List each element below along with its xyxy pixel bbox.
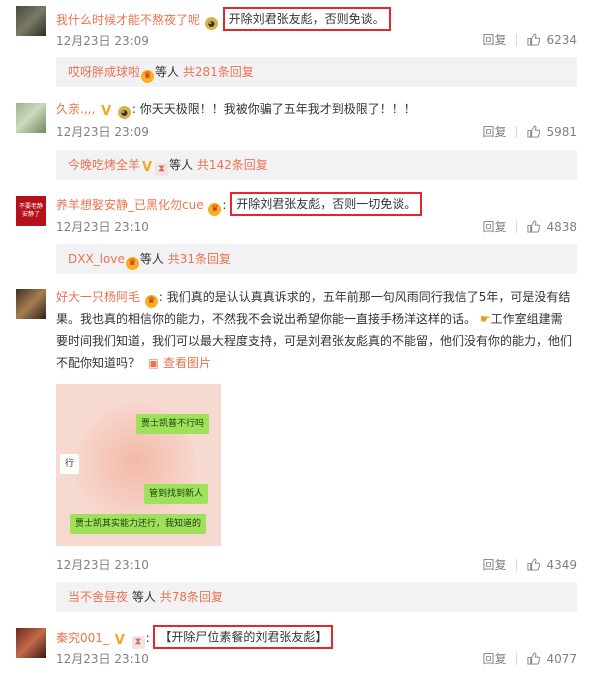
hourglass-icon: ⧗ <box>131 636 145 649</box>
chat-bubble: 管到找到新人 <box>144 484 209 504</box>
face-emoji-icon: ◕ <box>204 17 218 30</box>
comment-text: 工作室组建需 <box>490 312 563 326</box>
comment-timestamp: 12月23日 23:09 <box>56 34 149 48</box>
comment-text-highlight: 开除刘君张友彪，否则一切免谈。 <box>230 192 423 216</box>
reply-summary-bar[interactable]: 当不舍昼夜 等人 共78条回复 <box>56 582 577 612</box>
reply-deng: 等人 <box>139 252 164 266</box>
comment-timestamp: 12月23日 23:10 <box>56 220 149 234</box>
divider <box>516 33 518 46</box>
comment-timestamp: 12月23日 23:09 <box>56 125 149 139</box>
avatar[interactable] <box>16 6 46 36</box>
username[interactable]: 养羊想娶安静_已黑化勿cue <box>56 198 204 212</box>
thumbs-up-icon[interactable] <box>527 220 541 233</box>
chat-bubble: 贾士凯其实能力还行，我知道的 <box>70 514 207 534</box>
verified-v-icon: V <box>114 633 125 648</box>
reply-deng: 等人 <box>169 158 194 172</box>
reply-count-link[interactable]: 共31条回复 <box>168 252 231 266</box>
username[interactable]: 久亲.,,, <box>56 102 95 116</box>
like-count: 6234 <box>546 32 577 47</box>
divider <box>516 652 518 665</box>
crown-badge-icon: ♛ <box>144 295 158 308</box>
comment-line-2: 果。我也真的相信你的能力，不然我不会说出希望你能一直接手杨洋这样的话。 ☛工作室… <box>56 308 576 330</box>
thumbs-up-icon[interactable] <box>527 558 541 571</box>
reply-button[interactable]: 回复 <box>482 31 506 48</box>
reply-button[interactable]: 回复 <box>482 218 506 235</box>
reply-username[interactable]: 哎呀胖成球啦 <box>68 65 140 79</box>
reply-username[interactable]: DXX_love <box>68 252 125 266</box>
username[interactable]: 好大一只杨阿毛 <box>56 290 140 304</box>
verified-v-icon: V <box>101 104 112 119</box>
avatar[interactable] <box>16 628 46 658</box>
comment-line-1: 好大一只杨阿毛 ♛: 我们真的是认认真真诉求的，五年前那一句风雨同行我信了5年，… <box>56 290 571 308</box>
reply-summary-bar[interactable]: 今晚吃烤全羊 V ⧗ 等人 共142条回复 <box>56 150 577 180</box>
crown-badge-icon: ♛ <box>208 203 222 216</box>
reply-username[interactable]: 今晚吃烤全羊 <box>68 158 140 172</box>
avatar[interactable] <box>16 289 46 319</box>
comment-text: 我们真的是认认真真诉求的，五年前那一句风雨同行我信了5年，可是没有结 <box>166 290 571 304</box>
reply-deng: 等人 <box>131 590 156 604</box>
pointing-hand-emoji: ☛ <box>479 312 491 326</box>
verified-v-icon: V <box>141 160 153 175</box>
username[interactable]: 我什么时候才能不熬夜了呢 <box>56 13 200 27</box>
like-count: 5981 <box>546 124 577 139</box>
comment-text: 开除刘君张友彪，否则免谈。 <box>228 12 385 26</box>
reply-count-link[interactable]: 共78条回复 <box>160 590 223 604</box>
thumbs-up-icon[interactable] <box>527 33 541 46</box>
comment-line-4: 不配你知道吗？ ▣ 查看图片 <box>56 352 576 374</box>
reply-username[interactable]: 当不舍昼夜 <box>68 590 128 604</box>
reply-count-link[interactable]: 共142条回复 <box>197 158 268 172</box>
comment-text: 果。我也真的相信你的能力，不然我不会说出希望你能一直接手杨洋这样的话。 <box>56 312 477 326</box>
comment-line-3: 要时间我们知道，我们可以最大程度支持，可是刘君张友彪真的不能留，他们没有你的能力… <box>56 334 573 348</box>
comment-timestamp: 12月23日 23:10 <box>56 558 149 572</box>
divider <box>516 125 518 138</box>
hourglass-icon: ⧗ <box>155 163 169 176</box>
thumbs-up-icon[interactable] <box>527 125 541 138</box>
divider <box>516 220 518 233</box>
avatar-text: 不要老静 安静了 <box>18 203 43 218</box>
reply-summary-bar[interactable]: DXX_love ♛ 等人 共31条回复 <box>56 244 577 274</box>
comment-text: 不配你知道吗？ <box>56 356 141 370</box>
comment-timestamp: 12月23日 23:10 <box>56 652 149 666</box>
like-count: 4838 <box>546 219 577 234</box>
reply-count-link[interactable]: 共281条回复 <box>183 65 254 79</box>
comment-text-highlight: 开除刘君张友彪，否则免谈。 <box>222 7 391 31</box>
avatar[interactable]: 不要老静 安静了 <box>16 196 46 226</box>
view-image-label: 查看图片 <box>163 356 212 370</box>
view-image-link[interactable]: ▣ 查看图片 <box>148 356 211 370</box>
picture-icon: ▣ <box>147 356 160 370</box>
like-count: 4349 <box>546 557 577 572</box>
reply-button[interactable]: 回复 <box>482 556 506 573</box>
crown-badge-icon: ♛ <box>141 70 155 83</box>
comment-text: 开除刘君张友彪，否则一切免谈。 <box>236 197 417 211</box>
reply-button[interactable]: 回复 <box>482 123 506 140</box>
chat-bubble: 贾士凯普不行吗 <box>136 414 210 434</box>
comment-text: 你天天极限！！我被你骗了五年我才到极限了！！！ <box>139 102 416 116</box>
like-count: 4077 <box>546 651 577 666</box>
divider <box>516 558 518 571</box>
thumbs-up-icon[interactable] <box>527 652 541 665</box>
avatar[interactable] <box>16 103 46 133</box>
reply-summary-bar[interactable]: 哎呀胖成球啦 ♛ 等人 共281条回复 <box>56 57 577 87</box>
comment-text: 【开除尸位素餐的刘君张友彪】 <box>159 630 328 644</box>
comment-text-highlight: 【开除尸位素餐的刘君张友彪】 <box>153 625 334 649</box>
username[interactable]: 秦究001_ <box>56 631 109 645</box>
crown-badge-icon: ♛ <box>125 257 139 270</box>
reply-button[interactable]: 回复 <box>482 650 506 667</box>
attached-image-thumbnail[interactable]: 贾士凯普不行吗 行 管到找到新人 贾士凯其实能力还行，我知道的 <box>56 384 221 546</box>
chat-bubble: 行 <box>60 454 80 474</box>
face-emoji-icon: ◕ <box>117 106 131 119</box>
reply-deng: 等人 <box>155 65 180 79</box>
